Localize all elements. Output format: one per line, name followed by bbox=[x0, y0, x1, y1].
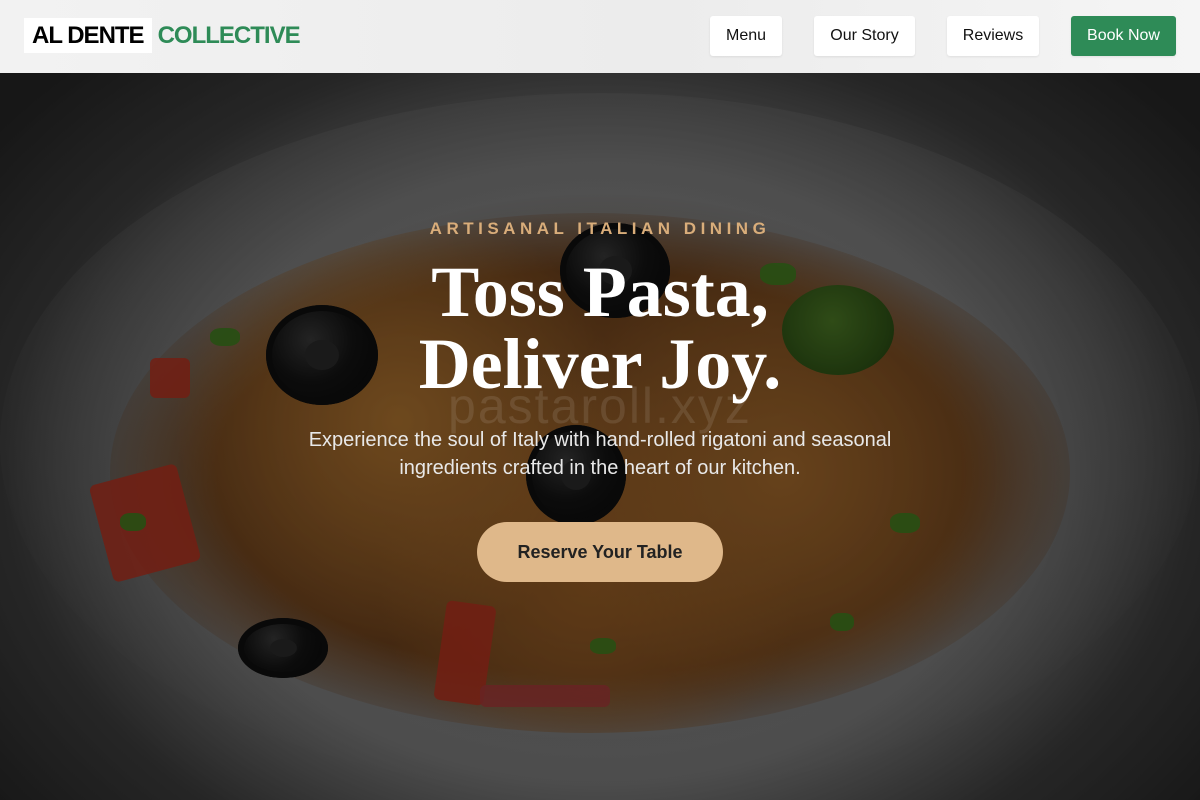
nav-our-story-link[interactable]: Our Story bbox=[814, 16, 915, 56]
hero-section: ARTISANAL ITALIAN DINING Toss Pasta, Del… bbox=[0, 73, 1200, 800]
brand-logo[interactable]: AL DENTE COLLECTIVE bbox=[24, 18, 301, 53]
brand-name-part1: AL DENTE bbox=[24, 18, 152, 53]
brand-name-part2: COLLECTIVE bbox=[157, 22, 301, 49]
hero-eyebrow: ARTISANAL ITALIAN DINING bbox=[429, 219, 771, 238]
reserve-table-button[interactable]: Reserve Your Table bbox=[477, 522, 723, 582]
site-header: AL DENTE COLLECTIVE Menu Our Story Revie… bbox=[0, 0, 1200, 73]
nav-reviews-link[interactable]: Reviews bbox=[947, 16, 1039, 56]
hero-subtitle: Experience the soul of Italy with hand-r… bbox=[308, 429, 892, 479]
nav-menu-link[interactable]: Menu bbox=[710, 16, 782, 56]
book-now-button[interactable]: Book Now bbox=[1071, 16, 1176, 56]
hero-headline-line1: Toss Pasta, bbox=[431, 252, 769, 332]
